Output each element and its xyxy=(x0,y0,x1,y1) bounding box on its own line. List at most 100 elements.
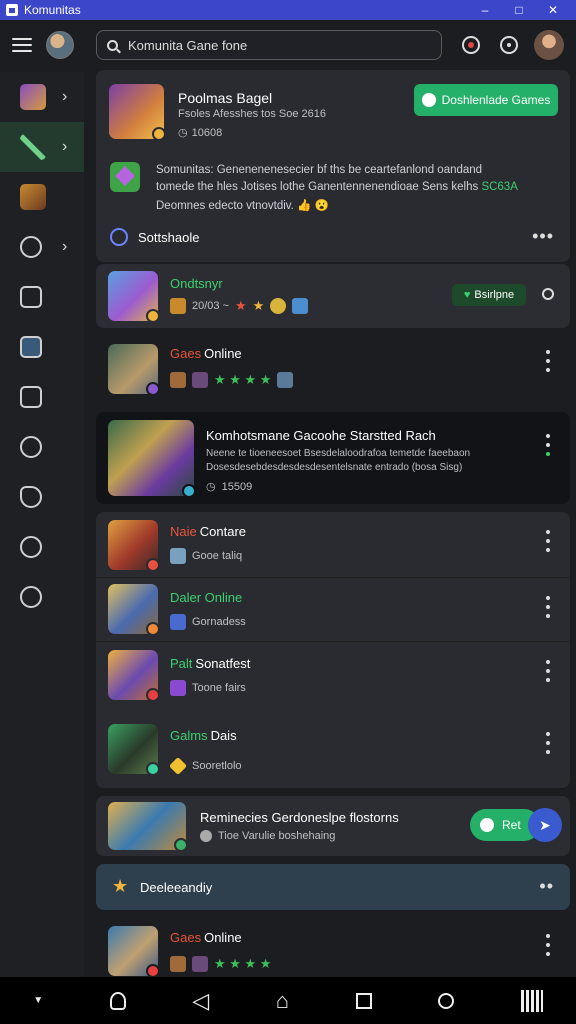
record-icon[interactable] xyxy=(462,36,480,54)
more-options-icon[interactable] xyxy=(546,660,550,682)
more-options-icon[interactable] xyxy=(546,434,550,456)
badge-icon xyxy=(182,484,196,498)
item-sub-text: Sooretlolo xyxy=(192,760,242,772)
badge-icon xyxy=(270,298,287,314)
sidebar-item-game-2[interactable] xyxy=(0,172,84,222)
get-label: Ret xyxy=(502,818,521,832)
star-icon: ★ xyxy=(235,298,247,313)
more-options-icon[interactable] xyxy=(546,732,550,754)
item-title: Daler Online xyxy=(170,590,245,605)
sidebar-item-emoji[interactable] xyxy=(0,572,84,622)
item-sub: Gornadess xyxy=(170,614,246,630)
list-item[interactable]: Gaes Online ★ ★ ★ ★ xyxy=(96,334,570,406)
tag-icon xyxy=(20,486,42,508)
star-icon: ★ xyxy=(112,876,129,896)
rating-stars: ★ ★ ★ ★ xyxy=(214,372,272,387)
sidebar-item-history[interactable] xyxy=(0,522,84,572)
game-thumbnail xyxy=(108,802,188,852)
mini-icon xyxy=(192,956,208,972)
hero-description: Somunitas: Genenenenesecier bf ths be ce… xyxy=(156,162,556,196)
hero-meta: ◷ 10608 xyxy=(178,126,222,140)
item-sub-text: Gooe taliq xyxy=(192,550,243,562)
promo-item[interactable]: Reminecies Gerdoneslpe flostorns Tioe Va… xyxy=(96,796,570,856)
promo-title: Reminecies Gerdoneslpe flostorns xyxy=(200,810,399,825)
sidebar-item-edit[interactable] xyxy=(0,372,84,422)
list-item[interactable]: Ondtsnyr 20/03 ~ ★ ★ ♥ Bsirlpne xyxy=(96,264,570,328)
more-options-icon[interactable] xyxy=(546,934,550,956)
featured-meta-value: 15509 xyxy=(221,480,253,493)
download-games-button[interactable]: Doshlenlade Games xyxy=(414,84,558,116)
caret-down-icon[interactable]: ▼ xyxy=(33,995,43,1006)
badge-icon xyxy=(146,558,160,572)
search-input[interactable] xyxy=(128,37,418,53)
item-title: Ondtsnyr xyxy=(170,276,226,291)
clock-icon[interactable] xyxy=(438,992,455,1009)
featured-meta: ◷ 15509 xyxy=(206,480,253,494)
send-arrow-icon[interactable]: ➤ xyxy=(528,808,562,842)
search-icon[interactable] xyxy=(542,288,554,300)
download-games-label: Doshlenlade Games xyxy=(441,93,551,107)
sidebar-item-compass[interactable]: › xyxy=(0,222,84,272)
search-bar[interactable] xyxy=(96,30,442,60)
badge-icon xyxy=(146,688,160,702)
sidebar-item-search[interactable] xyxy=(0,422,84,472)
maximize-button[interactable]: □ xyxy=(502,3,536,17)
game-thumbnail xyxy=(108,344,160,396)
heart-icon: ♥ xyxy=(463,289,471,301)
more-options-icon[interactable] xyxy=(546,530,550,552)
action-button[interactable]: ♥ Bsirlpne xyxy=(452,284,526,306)
badge-icon xyxy=(146,964,160,978)
section-header[interactable]: ★ Deeleeandiy •• xyxy=(96,864,570,910)
recents-icon[interactable] xyxy=(355,992,372,1009)
game-thumbnail xyxy=(108,724,160,776)
list-item[interactable]: Palt Sonatfest Toone fairs xyxy=(96,642,570,708)
download-icon xyxy=(421,93,436,107)
more-options-icon[interactable] xyxy=(546,596,550,618)
promo-sub-text: Tioe Varulie boshehaing xyxy=(218,830,336,842)
list-item[interactable]: Gaes Online ★ ★ ★ ★ xyxy=(96,918,570,978)
top-bar xyxy=(0,20,576,70)
history-icon xyxy=(20,536,42,558)
list-item[interactable]: Naie Contare Gooe taliq xyxy=(96,512,570,578)
item-sub: ★ ★ ★ ★ xyxy=(170,372,294,388)
sidebar-item-news[interactable] xyxy=(0,272,84,322)
person-icon[interactable] xyxy=(109,991,126,1010)
close-button[interactable]: ✕ xyxy=(536,3,570,17)
item-sub: ★ ★ ★ ★ xyxy=(170,956,271,972)
item-title: Galms Dais xyxy=(170,728,237,743)
qr-code-icon[interactable] xyxy=(520,989,543,1012)
game-thumbnail xyxy=(108,584,160,636)
item-title-text: Dais xyxy=(210,728,237,743)
list-item[interactable]: Galms Dais Sooretlolo xyxy=(96,712,570,788)
gem-icon xyxy=(110,162,140,192)
more-options-icon[interactable] xyxy=(546,350,550,372)
minimize-button[interactable]: – xyxy=(468,3,502,17)
hamburger-menu-icon[interactable] xyxy=(12,38,32,52)
sidebar-item-check[interactable] xyxy=(0,322,84,372)
target-icon[interactable] xyxy=(500,36,518,54)
profile-avatar[interactable] xyxy=(534,30,564,60)
avatar[interactable] xyxy=(46,31,74,59)
badge-icon xyxy=(146,762,160,776)
more-options-icon[interactable]: ••• xyxy=(532,226,554,247)
action-label: Bsirlpne xyxy=(474,289,515,301)
game-thumbnail[interactable] xyxy=(109,84,166,141)
clock-icon: ◷ xyxy=(178,127,188,139)
home-icon[interactable]: ⌂ xyxy=(276,988,289,1014)
sidebar-item-game-1[interactable]: › xyxy=(0,72,84,122)
item-title: Naie Contare xyxy=(170,524,246,539)
sidebar-item-sword[interactable]: › xyxy=(0,122,84,172)
item-title-accent: Naie xyxy=(170,524,197,539)
section-header[interactable]: Sottshaole xyxy=(110,228,199,246)
mini-icon xyxy=(192,372,208,388)
sidebar-item-tag[interactable] xyxy=(0,472,84,522)
featured-item[interactable]: Komhotsmane Gacoohe Starstted Rach Neene… xyxy=(96,412,570,504)
back-icon[interactable]: ◁ xyxy=(192,988,209,1014)
list-item[interactable]: Daler Online Gornadess xyxy=(96,578,570,642)
more-options-icon[interactable]: •• xyxy=(539,876,554,897)
mini-icon xyxy=(170,614,186,630)
badge-icon xyxy=(146,309,160,323)
search-icon xyxy=(20,436,42,458)
window-titlebar: Komunitas – □ ✕ xyxy=(0,0,576,20)
item-title-accent: Ondtsnyr xyxy=(170,276,223,291)
